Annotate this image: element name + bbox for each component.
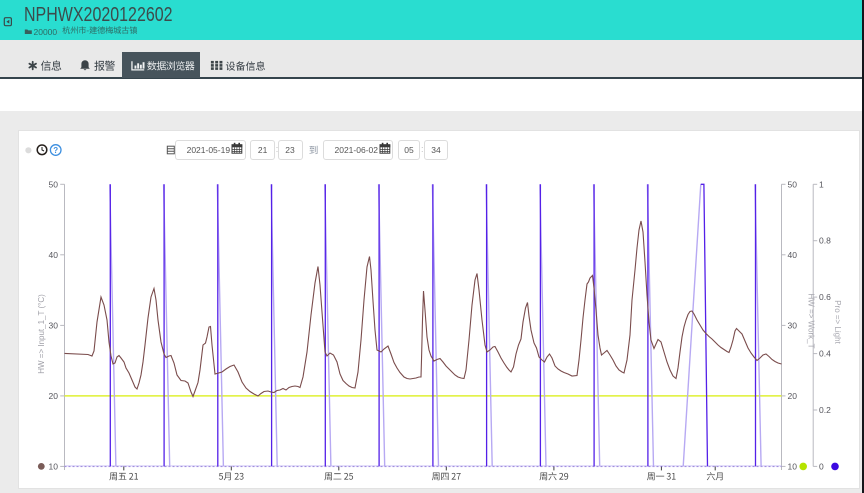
svg-text:HW => Input_1_T (°C): HW => Input_1_T (°C) [37,294,46,374]
svg-text:?: ? [53,146,58,155]
svg-text:0.8: 0.8 [819,236,831,246]
svg-text:HW => Work_T: HW => Work_T [807,294,816,349]
svg-text:20: 20 [788,391,798,401]
svg-text:50: 50 [788,179,798,189]
svg-text:0: 0 [819,461,824,471]
svg-text:0.6: 0.6 [819,292,831,302]
svg-text:0.4: 0.4 [819,349,831,359]
svg-text:10: 10 [788,461,798,471]
svg-text:30: 30 [788,320,798,330]
svg-text:Pro => Light: Pro => Light [833,300,842,344]
svg-text:0.2: 0.2 [819,405,831,415]
svg-text:1: 1 [819,179,824,189]
svg-text:20: 20 [49,391,59,401]
svg-text:50: 50 [49,179,59,189]
svg-text:30: 30 [49,320,59,330]
svg-text:40: 40 [49,250,59,260]
svg-text:40: 40 [788,250,798,260]
svg-text:10: 10 [49,461,59,471]
